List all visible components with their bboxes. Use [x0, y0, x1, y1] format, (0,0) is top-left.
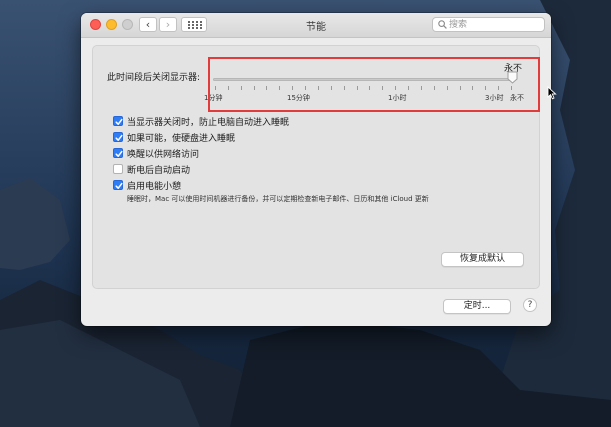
- slider-track[interactable]: [213, 78, 515, 81]
- slider-tick: [317, 86, 319, 90]
- display-sleep-label: 此时间段后关闭显示器:: [107, 73, 201, 83]
- option-label: 当显示器关闭时，防止电脑自动进入睡眠: [127, 118, 290, 128]
- slider-thumb[interactable]: [507, 71, 518, 84]
- slider-tick: [446, 86, 448, 90]
- slider-tick: [395, 86, 397, 90]
- schedule-button[interactable]: 定时...: [443, 299, 511, 314]
- scale-label-15min: 15分钟: [287, 94, 310, 102]
- scale-label-never: 永不: [510, 94, 524, 102]
- slider-tick: [511, 86, 512, 90]
- slider-tick: [382, 86, 384, 90]
- slider-tick: [459, 86, 461, 90]
- slider-tick: [343, 86, 345, 90]
- checkmark-icon: [115, 118, 123, 125]
- slider-tick: [420, 86, 422, 90]
- option-label: 唤醒以供网络访问: [127, 150, 200, 160]
- title-bar: ‹ › 节能: [81, 13, 551, 38]
- restore-defaults-button[interactable]: 恢复成默认: [441, 252, 524, 267]
- search-icon: [438, 20, 447, 29]
- search-field[interactable]: [432, 17, 545, 32]
- slider-tick: [433, 86, 435, 90]
- slider-tick: [266, 86, 268, 90]
- slider-tick: [472, 86, 474, 90]
- option-checkbox[interactable]: [113, 164, 123, 174]
- slider-tick: [356, 86, 358, 90]
- search-input[interactable]: [449, 18, 539, 31]
- option-label: 启用电能小憩: [127, 182, 182, 192]
- slider-tick: [253, 86, 255, 90]
- option-checkbox[interactable]: [113, 132, 123, 142]
- slider-tick: [369, 86, 371, 90]
- display-sleep-slider[interactable]: 1分钟 15分钟 1小时 3小时 永不: [204, 68, 526, 108]
- option-label: 断电后自动启动: [127, 166, 191, 176]
- scale-label-3hours: 3小时: [485, 94, 504, 102]
- slider-tick: [498, 86, 500, 90]
- slider-tick: [485, 86, 487, 90]
- help-button[interactable]: ?: [523, 298, 537, 312]
- checkmark-icon: [115, 134, 123, 141]
- scale-label-1hour: 1小时: [388, 94, 407, 102]
- energy-saver-window: ‹ › 节能 此时间段后关闭显示器: 永不: [81, 13, 551, 326]
- slider-tick: [292, 86, 294, 90]
- power-nap-description: 睡眠时，Mac 可以使用时间机器进行备份，并可以定期检查新电子邮件、日历和其他 …: [127, 195, 429, 203]
- option-label: 如果可能，使硬盘进入睡眠: [127, 134, 236, 144]
- scale-label-1min: 1分钟: [204, 94, 223, 102]
- slider-tick: [240, 86, 242, 90]
- slider-tick: [227, 86, 229, 90]
- option-checkbox[interactable]: [113, 148, 123, 158]
- checkmark-icon: [115, 182, 123, 189]
- slider-tick: [279, 86, 281, 90]
- option-checkbox[interactable]: [113, 180, 123, 190]
- slider-tick: [305, 86, 307, 90]
- checkmark-icon: [115, 150, 123, 157]
- mouse-pointer-icon: [547, 86, 557, 100]
- option-checkbox[interactable]: [113, 116, 123, 126]
- slider-tick: [408, 86, 410, 90]
- slider-tick: [330, 86, 332, 90]
- slider-tick: [215, 86, 216, 90]
